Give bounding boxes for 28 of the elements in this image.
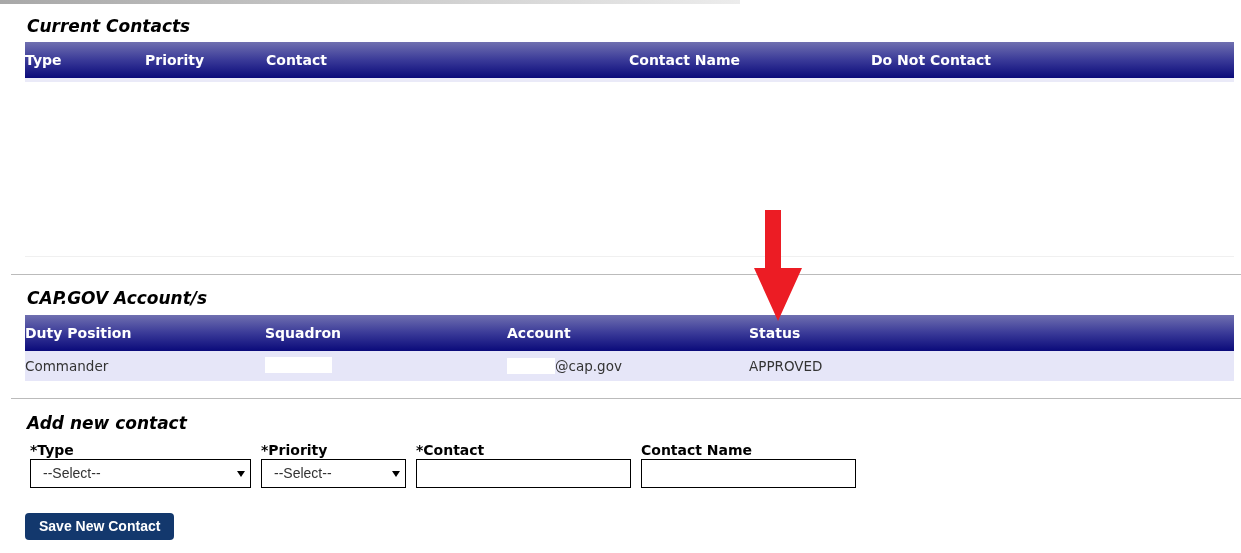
table-cell-text: APPROVED <box>749 356 823 376</box>
field-label: *Priority <box>261 441 329 459</box>
section-title: Current Contacts <box>26 15 192 38</box>
column-header: Status <box>749 324 801 341</box>
select-dropdown[interactable]: --Select-- <box>261 459 406 488</box>
section-title: CAP.GOV Account/s <box>26 287 209 310</box>
column-header: Type <box>25 51 62 68</box>
select-dropdown[interactable]: --Select-- <box>30 459 251 488</box>
redaction-box <box>265 357 332 373</box>
column-header: Do Not Contact <box>871 51 991 68</box>
table-cell-text: Commander <box>25 356 109 376</box>
input-field[interactable] <box>641 459 856 488</box>
field-label: *Contact <box>416 441 486 459</box>
column-header: Duty Position <box>25 324 132 341</box>
column-header: Contact Name <box>629 51 741 68</box>
column-header: Priority <box>145 51 205 68</box>
input-field[interactable] <box>416 459 631 488</box>
caret-icon <box>237 470 245 477</box>
section-title: Add new contact <box>25 412 189 435</box>
column-header: Account <box>507 324 571 341</box>
column-header: Contact <box>266 51 327 68</box>
field-label: *Type <box>30 441 75 459</box>
table-cell-text: @cap.gov <box>555 356 622 376</box>
caret-icon <box>392 470 400 477</box>
field-label: Contact Name <box>641 441 754 459</box>
save-button[interactable]: Save New Contact <box>25 513 175 540</box>
redaction-box <box>507 358 555 374</box>
column-header: Squadron <box>265 324 342 341</box>
